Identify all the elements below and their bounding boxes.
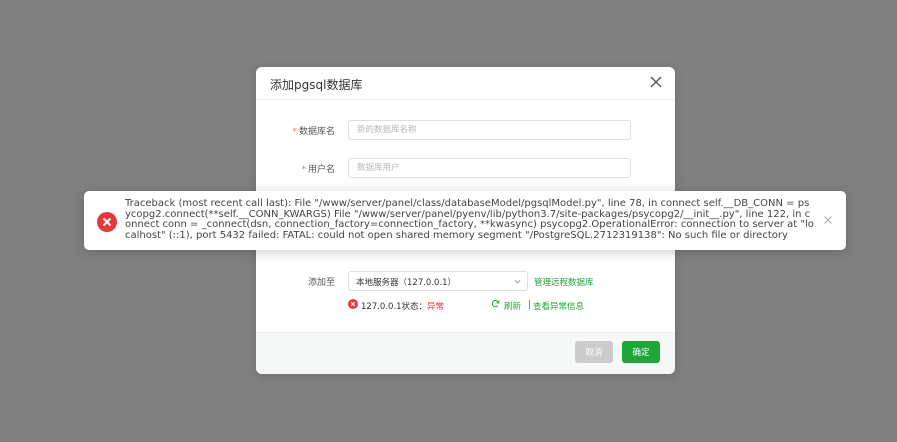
confirm-button[interactable]: 确定 xyxy=(622,341,660,363)
chevron-down-icon xyxy=(514,279,521,284)
refresh-icon[interactable] xyxy=(491,299,500,308)
user-name-input[interactable] xyxy=(348,158,631,178)
server-status-label: 127.0.0.1状态： xyxy=(361,302,428,312)
close-icon[interactable] xyxy=(823,215,833,225)
dialog-footer: 取消 确定 xyxy=(256,332,675,374)
manage-remote-db-link[interactable]: 管理远程数据库 xyxy=(534,276,594,288)
server-select[interactable]: 本地服务器（127.0.0.1） xyxy=(348,271,528,291)
add-to-row: 添加至 本地服务器（127.0.0.1） 管理远程数据库 xyxy=(256,271,675,293)
user-name-row: * 用户名 xyxy=(256,158,675,180)
error-circle-icon xyxy=(348,299,358,309)
server-status-row: 127.0.0.1状态： 异常 刷新 | 查看异常信息 xyxy=(348,299,648,313)
close-icon[interactable] xyxy=(649,75,663,89)
db-name-input[interactable] xyxy=(348,120,631,140)
error-circle-icon xyxy=(97,212,117,232)
error-toast: Traceback (most recent call last): File … xyxy=(84,191,846,250)
error-message: Traceback (most recent call last): File … xyxy=(125,198,814,241)
dialog-header: 添加pgsql数据库 xyxy=(256,67,675,100)
server-select-value: 本地服务器（127.0.0.1） xyxy=(356,278,457,288)
cancel-button[interactable]: 取消 xyxy=(575,341,613,363)
dialog-title: 添加pgsql数据库 xyxy=(270,78,363,92)
server-status-state: 异常 xyxy=(427,302,445,312)
refresh-link[interactable]: 刷新 xyxy=(504,300,521,312)
user-name-label: * 用户名 xyxy=(301,165,335,175)
db-name-label: * 数据库名 xyxy=(292,127,335,137)
status-separator: | xyxy=(528,300,531,310)
view-error-link[interactable]: 查看异常信息 xyxy=(533,300,584,312)
db-name-row: * 数据库名 xyxy=(256,120,675,142)
add-to-label: 添加至 xyxy=(307,278,335,288)
